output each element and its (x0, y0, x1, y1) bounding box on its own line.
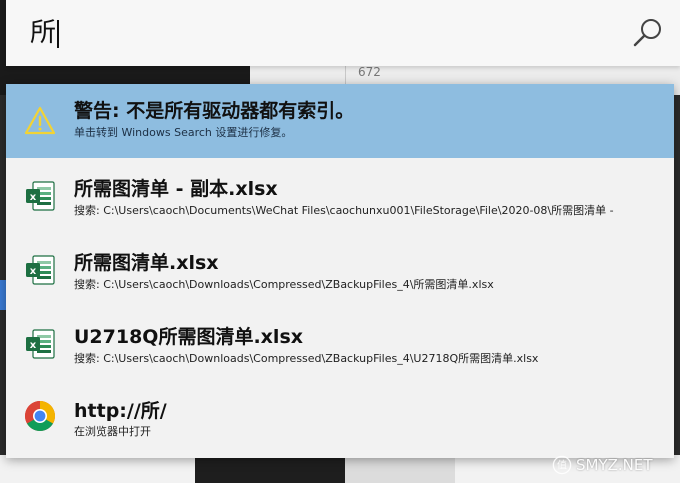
search-query: 所 (30, 18, 57, 48)
svg-text:x: x (30, 192, 37, 203)
result-subtitle: 搜索: C:\Users\caoch\Downloads\Compressed\… (74, 352, 539, 365)
result-file-row[interactable]: x U2718Q所需图清单.xlsx 搜索: C:\Users\caoch\Do… (6, 306, 674, 380)
result-file-row[interactable]: x 所需图清单.xlsx 搜索: C:\Users\caoch\Download… (6, 232, 674, 306)
result-title: U2718Q所需图清单.xlsx (74, 326, 304, 348)
watermark: 值 SMYZ.NET (552, 453, 674, 477)
results-panel: 警告: 不是所有驱动器都有索引。 单击转到 Windows Search 设置进… (6, 84, 674, 458)
excel-icon: x (26, 181, 55, 211)
search-icon[interactable] (632, 17, 664, 49)
result-title: 所需图清单.xlsx (74, 252, 219, 274)
excel-icon: x (26, 329, 55, 359)
result-web-row[interactable]: http://所/ 在浏览器中打开 (6, 380, 674, 458)
result-file-row[interactable]: x 所需图清单 - 副本.xlsx 搜索: C:\Users\caoch\Doc… (6, 158, 674, 232)
result-subtitle: 单击转到 Windows Search 设置进行修复。 (74, 126, 293, 139)
background-bottom-dark (195, 455, 345, 483)
text-caret (57, 19, 59, 48)
excel-icon: x (26, 255, 55, 285)
watermark-text: SMYZ.NET (576, 456, 653, 474)
result-title: http://所/ (74, 400, 167, 422)
svg-text:值: 值 (557, 459, 567, 472)
warning-icon (24, 106, 56, 135)
chrome-icon (24, 401, 56, 432)
background-bottom-light (345, 455, 455, 483)
background-number: 672 (358, 65, 381, 79)
result-title: 所需图清单 - 副本.xlsx (74, 178, 278, 200)
result-subtitle: 在浏览器中打开 (74, 425, 151, 438)
result-warning-row[interactable]: 警告: 不是所有驱动器都有索引。 单击转到 Windows Search 设置进… (6, 84, 674, 158)
search-input[interactable]: 所 (30, 16, 59, 50)
result-subtitle: 搜索: C:\Users\caoch\Documents\WeChat File… (74, 204, 614, 217)
result-title: 警告: 不是所有驱动器都有索引。 (74, 100, 355, 122)
svg-text:x: x (30, 266, 37, 277)
svg-text:x: x (30, 340, 37, 351)
watermark-logo-icon: 值 (552, 455, 572, 475)
search-bar[interactable]: 所 (6, 0, 680, 66)
result-subtitle: 搜索: C:\Users\caoch\Downloads\Compressed\… (74, 278, 494, 291)
